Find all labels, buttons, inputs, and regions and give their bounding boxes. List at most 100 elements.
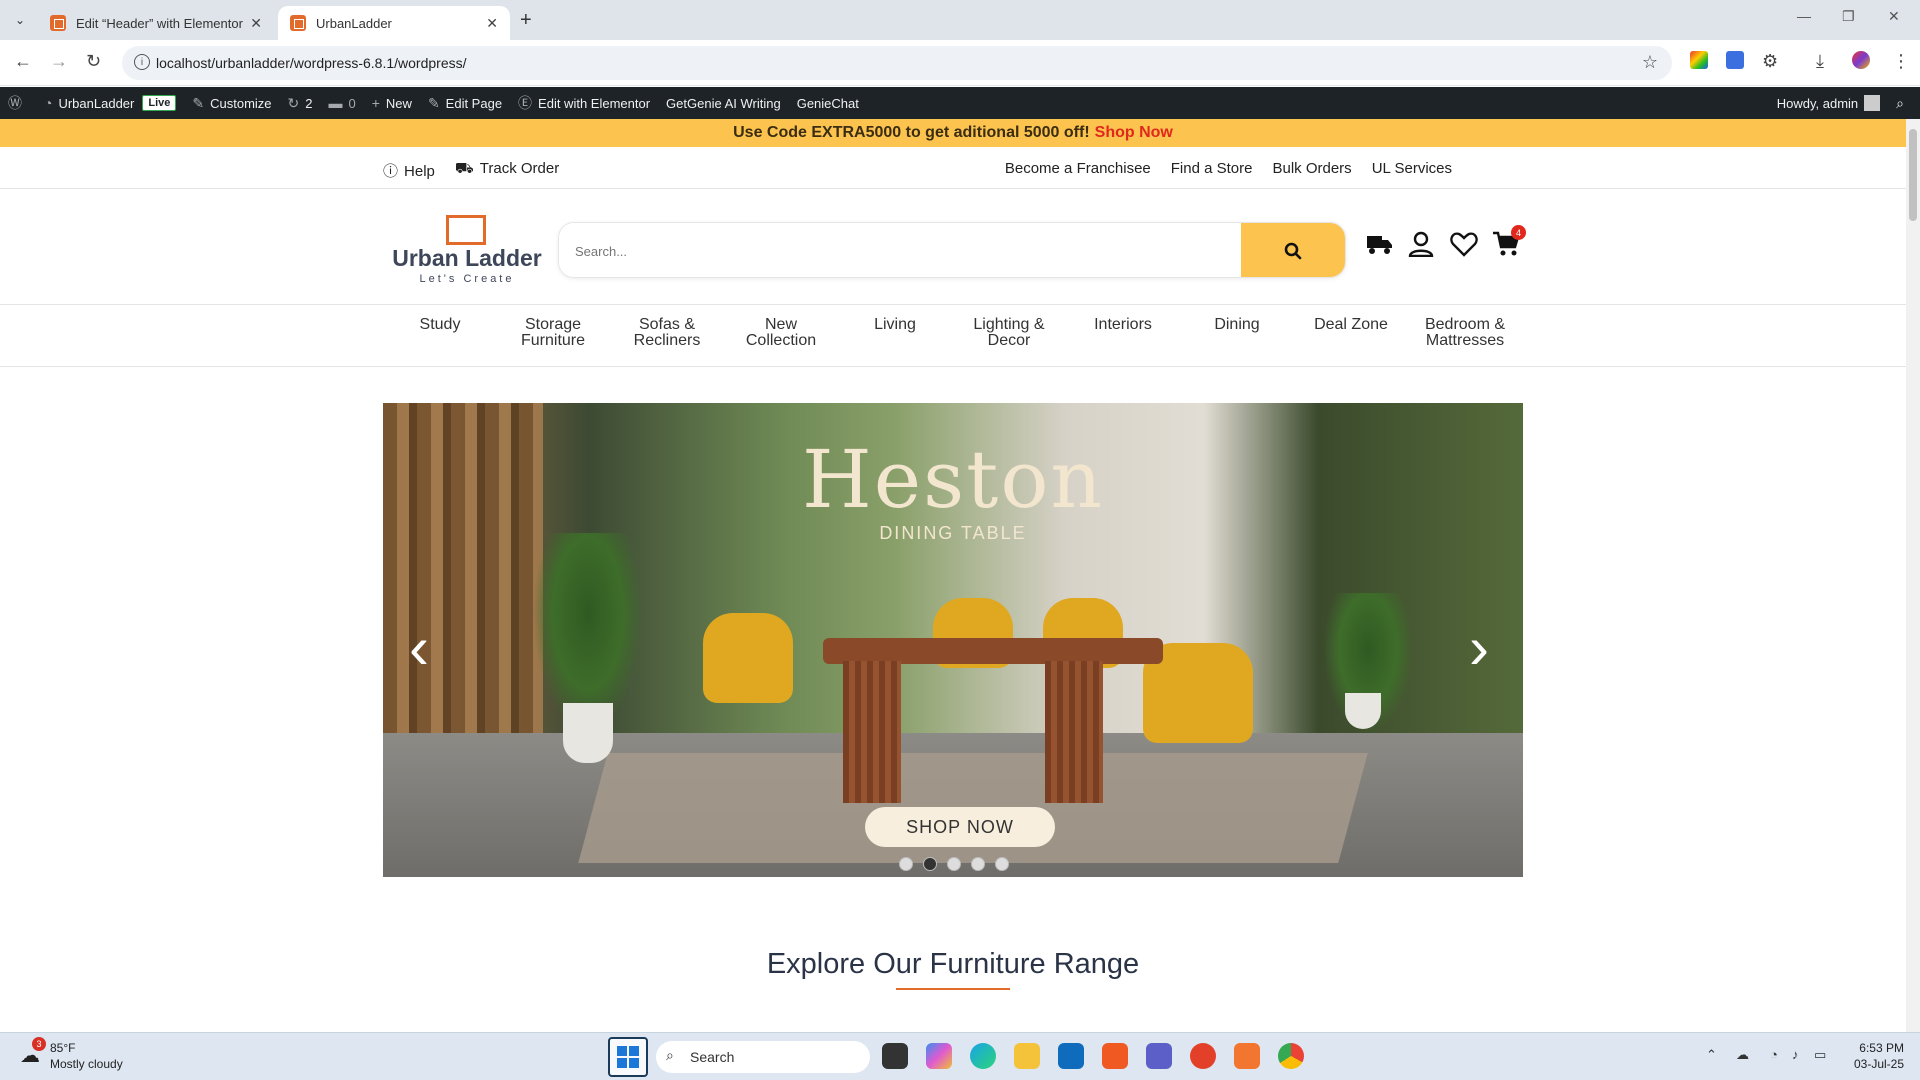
geniechat-label: GenieChat — [796, 95, 859, 111]
new-tab-button[interactable]: + — [520, 9, 532, 32]
nav-label: Interiors — [1094, 316, 1152, 333]
tab-label: UrbanLadder — [316, 15, 392, 31]
download-icon[interactable]: ⤓ — [1816, 51, 1824, 72]
admin-search-icon[interactable]: ⌕ — [1896, 95, 1910, 112]
xampp-favicon-icon — [290, 15, 306, 31]
restore-icon[interactable]: ❐ — [1842, 8, 1855, 25]
my-account-link[interactable]: Howdy, admin — [1777, 95, 1881, 111]
color-extension-icon[interactable] — [1690, 51, 1708, 69]
slider-next-icon[interactable]: › — [1469, 613, 1489, 682]
wishlist-heart-icon[interactable] — [1450, 231, 1478, 257]
help-link[interactable]: ⓘ Help — [383, 160, 435, 181]
slider-dot[interactable] — [995, 857, 1009, 871]
nav-item-new-collection[interactable]: New Collection — [726, 317, 836, 349]
track-order-label: Track Order — [479, 160, 560, 177]
copilot-icon[interactable] — [926, 1043, 952, 1069]
profile-avatar[interactable] — [1852, 51, 1870, 69]
comment-icon: ▬ — [328, 95, 343, 111]
comments-link[interactable]: ▬ 0 — [329, 95, 356, 111]
nav-label: Bedroom & — [1424, 316, 1506, 333]
browser-tab-elementor[interactable]: Edit “Header” with Elementor ✕ — [38, 6, 274, 40]
utility-nav: ⓘ Help ⛟ Track Order Become a Franchisee F… — [0, 147, 1906, 189]
start-button[interactable] — [608, 1037, 648, 1077]
search-icon — [1284, 242, 1302, 260]
site-info-icon[interactable]: i — [134, 54, 150, 70]
logo-brand-text: Urban Ladder — [392, 245, 542, 271]
account-user-icon[interactable] — [1408, 231, 1434, 258]
edge-icon[interactable] — [970, 1043, 996, 1069]
slider-dot[interactable] — [923, 857, 937, 871]
nav-item-storage-furniture[interactable]: Storage Furniture — [498, 317, 608, 349]
minimize-icon[interactable]: — — [1797, 8, 1811, 24]
nav-item-study[interactable]: Study — [385, 317, 495, 333]
back-icon[interactable]: ← — [14, 51, 32, 72]
search-button[interactable] — [1241, 223, 1345, 277]
become-franchisee-link[interactable]: Become a Franchisee — [1005, 160, 1151, 177]
extensions-puzzle-icon[interactable]: ⚙ — [1762, 51, 1778, 72]
nav-item-deal-zone[interactable]: Deal Zone — [1296, 317, 1406, 333]
site-name-link[interactable]: ◔ UrbanLadder Live — [44, 95, 177, 111]
new-content-link[interactable]: + New — [372, 95, 412, 111]
wps-office-icon[interactable] — [1190, 1043, 1216, 1069]
promo-shop-now-link[interactable]: Shop Now — [1095, 124, 1173, 142]
edit-page-label: Edit Page — [445, 95, 503, 111]
track-order-link[interactable]: ⛟ Track Order — [455, 160, 559, 181]
nav-item-living[interactable]: Living — [840, 317, 950, 333]
edit-with-elementor-link[interactable]: Ⓔ Edit with Elementor — [518, 93, 650, 113]
cart-icon[interactable]: 4 — [1492, 225, 1526, 257]
edit-page-link[interactable]: ✎ Edit Page — [428, 95, 502, 112]
slider-dot[interactable] — [947, 857, 961, 871]
nav-item-bedroom-mattresses[interactable]: Bedroom & Mattresses — [1410, 317, 1520, 349]
shop-now-button[interactable]: SHOP NOW — [865, 807, 1055, 847]
search-input[interactable] — [559, 223, 1243, 277]
translate-extension-icon[interactable] — [1726, 51, 1744, 69]
system-clock[interactable]: 6:53 PM 03-Jul-25 — [1854, 1040, 1904, 1072]
onedrive-icon[interactable]: ☁ — [1736, 1047, 1749, 1063]
file-explorer-icon[interactable] — [1014, 1043, 1040, 1069]
browser-tab-urbanladder[interactable]: UrbanLadder ✕ — [278, 6, 510, 40]
teams-icon[interactable] — [1146, 1043, 1172, 1069]
live-badge: Live — [142, 95, 177, 111]
page-scrollbar[interactable] — [1906, 119, 1920, 1032]
find-store-link[interactable]: Find a Store — [1171, 160, 1253, 177]
nav-label: Storage — [524, 316, 582, 333]
ul-services-link[interactable]: UL Services — [1372, 160, 1452, 177]
slider-dot[interactable] — [899, 857, 913, 871]
close-window-icon[interactable]: ✕ — [1888, 8, 1900, 25]
bulk-orders-link[interactable]: Bulk Orders — [1272, 160, 1351, 177]
slider-dot[interactable] — [971, 857, 985, 871]
bookmark-star-icon[interactable]: ☆ — [1642, 52, 1658, 73]
taskbar-search[interactable]: ⌕ Search — [656, 1041, 870, 1073]
geniechat-link[interactable]: GenieChat — [797, 96, 859, 111]
nav-item-dining[interactable]: Dining — [1182, 317, 1292, 333]
chrome-icon[interactable] — [1278, 1043, 1304, 1069]
hero-slider: Heston DINING TABLE SHOP NOW ‹ › — [383, 403, 1523, 877]
customize-link[interactable]: ✎ Customize — [192, 95, 271, 112]
urban-ladder-logo[interactable]: Urban Ladder Let's Create — [392, 215, 542, 287]
wordpress-logo-icon[interactable]: Ⓦ — [8, 93, 28, 113]
outlook-icon[interactable] — [1058, 1043, 1084, 1069]
tray-overflow-icon[interactable]: ⌃ — [1706, 1047, 1717, 1063]
address-bar[interactable]: i localhost/urbanladder/wordpress-6.8.1/… — [122, 46, 1672, 80]
volume-icon[interactable]: ♪ — [1792, 1047, 1799, 1062]
close-tab-icon[interactable]: ✕ — [250, 15, 262, 32]
forward-icon[interactable]: → — [50, 51, 68, 72]
task-view-icon[interactable] — [882, 1043, 908, 1069]
close-tab-icon[interactable]: ✕ — [486, 15, 498, 32]
battery-icon[interactable]: ▭ — [1814, 1047, 1826, 1063]
updates-link[interactable]: ↻ 2 — [288, 95, 313, 112]
delivery-truck-icon[interactable] — [1366, 231, 1392, 257]
browser-menu-icon[interactable]: ⋮ — [1892, 51, 1910, 72]
scrollbar-thumb[interactable] — [1909, 129, 1917, 221]
xampp-icon[interactable] — [1234, 1043, 1260, 1069]
nav-item-sofas-recliners[interactable]: Sofas & Recliners — [612, 317, 722, 349]
brave-icon[interactable] — [1102, 1043, 1128, 1069]
nav-item-interiors[interactable]: Interiors — [1068, 317, 1178, 333]
wifi-icon[interactable]: ◔ — [1770, 1047, 1778, 1062]
nav-item-lighting-decor[interactable]: Lighting & Decor — [954, 317, 1064, 349]
reload-icon[interactable]: ↻ — [86, 51, 101, 72]
tab-search-dropdown[interactable]: ⌄ — [8, 8, 32, 32]
slider-prev-icon[interactable]: ‹ — [409, 613, 429, 682]
getgenie-link[interactable]: GetGenie AI Writing — [666, 96, 781, 111]
hero-pot-decor — [563, 703, 613, 763]
